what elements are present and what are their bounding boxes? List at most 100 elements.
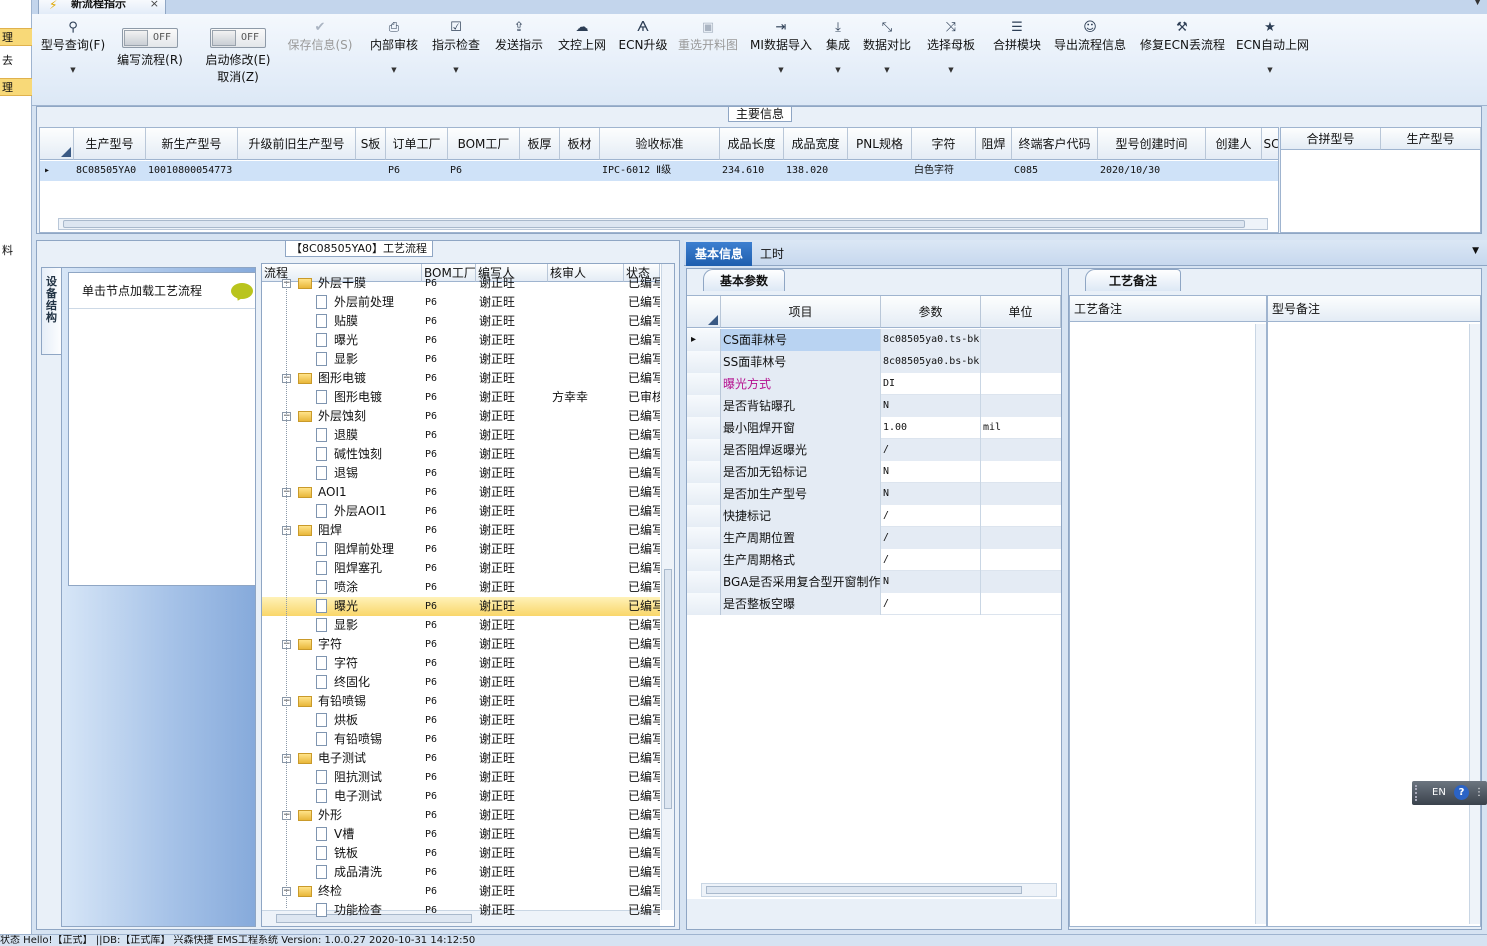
tab-new-flow-instruction[interactable]: ⚡ 新流程指示 × <box>38 0 166 14</box>
tree-row[interactable]: −图形电镀P6谢正旺已编写 <box>262 369 660 388</box>
grip-icon[interactable] <box>1415 785 1421 801</box>
side-tab-equipment-structure[interactable]: 设备结构 <box>41 267 63 355</box>
merge-model-grid[interactable]: 合拼型号 生产型号 <box>1280 127 1481 233</box>
params-grid[interactable]: 项目 参数 单位 ▸ CS面菲林号 8c08505ya0.ts-bk SS面菲林号 8c085… <box>687 295 1061 899</box>
param-row[interactable]: 生产周期位置 / <box>687 527 1061 549</box>
tree-row[interactable]: −有铅喷锡P6谢正旺已编写 <box>262 692 660 711</box>
tree-row[interactable]: −外形P6谢正旺已编写 <box>262 806 660 825</box>
vertical-scrollbar[interactable] <box>1255 324 1266 924</box>
internal-review-button[interactable]: ⎙ 内部审核 ▼ <box>366 20 422 98</box>
param-row[interactable]: 曝光方式 DI <box>687 373 1061 395</box>
integrate-button[interactable]: ⤓ 集成 ▼ <box>824 20 852 98</box>
nav-item[interactable]: 理 <box>0 28 32 46</box>
tab-basic-info[interactable]: 基本信息 <box>686 242 752 266</box>
param-row[interactable]: 是否背钻曝孔 N <box>687 395 1061 417</box>
reselect-cut-drawing-button[interactable]: ▣ 重选开料图 <box>676 20 740 98</box>
tree-row[interactable]: 成品清洗 P6 谢正旺 已编写 <box>262 863 660 882</box>
param-row[interactable]: SS面菲林号 8c08505ya0.bs-bk <box>687 351 1061 373</box>
tree-row[interactable]: 字符 P6 谢正旺 已编写 <box>262 654 660 673</box>
tree-row[interactable]: 外层前处理 P6 谢正旺 已编写 <box>262 293 660 312</box>
param-value[interactable]: N <box>881 571 981 593</box>
column-header[interactable]: BOM工厂 <box>448 128 520 160</box>
tree-row[interactable]: −外层干膜P6谢正旺已编写 <box>262 274 660 293</box>
horizontal-scrollbar[interactable] <box>701 883 1057 897</box>
tree-row[interactable]: 铣板 P6 谢正旺 已编写 <box>262 844 660 863</box>
ecn-auto-upload-button[interactable]: ★ ECN自动上网 ▼ <box>1236 20 1309 98</box>
save-info-button[interactable]: ✔ 保存信息(S) <box>284 20 356 98</box>
table-cell[interactable]: 8C08505YA0 <box>76 161 146 181</box>
tree-row[interactable]: −外层蚀刻P6谢正旺已编写 <box>262 407 660 426</box>
tree-row[interactable]: 曝光 P6 谢正旺 已编写 <box>262 597 660 616</box>
tab-work-hours[interactable]: 工时 <box>760 242 784 266</box>
group-title[interactable]: 基本参数 <box>703 269 785 291</box>
param-value[interactable]: / <box>881 593 981 615</box>
craft-note-area[interactable]: 工艺备注 <box>1069 295 1267 927</box>
column-header[interactable]: 订单工厂 <box>386 128 448 160</box>
param-value[interactable]: / <box>881 505 981 527</box>
table-cell[interactable]: 138.020 <box>786 161 848 181</box>
tree-row[interactable]: 图形电镀 P6 谢正旺 方幸幸 已审核 <box>262 388 660 407</box>
tree-row[interactable]: 电子测试 P6 谢正旺 已编写 <box>262 787 660 806</box>
tree-row[interactable]: 阻焊前处理 P6 谢正旺 已编写 <box>262 540 660 559</box>
table-cell[interactable]: P6 <box>450 161 520 181</box>
nav-item[interactable]: 去 <box>0 52 32 70</box>
node-hint[interactable]: 单击节点加载工艺流程 <box>69 273 255 309</box>
column-header[interactable]: 阻焊 <box>976 128 1012 160</box>
param-row[interactable]: 生产周期格式 / <box>687 549 1061 571</box>
column-header[interactable]: 成品宽度 <box>784 128 848 160</box>
column-header[interactable]: S板 <box>356 128 386 160</box>
column-header[interactable]: 成品长度 <box>720 128 784 160</box>
param-value[interactable]: DI <box>881 373 981 395</box>
param-row[interactable]: BGA是否采用复合型开窗制作 N <box>687 571 1061 593</box>
dropdown-arrow-icon[interactable]: ▼ <box>1236 66 1304 74</box>
column-header[interactable]: SC <box>1262 128 1278 160</box>
instruction-check-button[interactable]: ☑ 指示检查 ▼ <box>430 20 482 98</box>
tree-row[interactable]: 曝光 P6 谢正旺 已编写 <box>262 331 660 350</box>
toggle-label-secondary[interactable]: 取消(Z) <box>198 69 278 86</box>
tree-row[interactable]: 显影 P6 谢正旺 已编写 <box>262 350 660 369</box>
column-header[interactable]: 项目 <box>721 296 881 328</box>
dropdown-arrow-icon[interactable]: ▼ <box>38 66 108 74</box>
column-header[interactable]: 终端客户代码 <box>1012 128 1098 160</box>
model-note-area[interactable]: 型号备注 <box>1267 295 1481 927</box>
tree-row[interactable]: 终固化 P6 谢正旺 已编写 <box>262 673 660 692</box>
tree-row[interactable]: 阻抗测试 P6 谢正旺 已编写 <box>262 768 660 787</box>
mi-data-import-button[interactable]: ⇥ MI数据导入 ▼ <box>748 20 814 98</box>
param-row[interactable]: 快捷标记 / <box>687 505 1061 527</box>
param-value[interactable]: / <box>881 439 981 461</box>
tree-row[interactable]: 退锡 P6 谢正旺 已编写 <box>262 464 660 483</box>
param-value[interactable]: 8c08505ya0.bs-bk <box>881 351 981 373</box>
horizontal-scrollbar[interactable] <box>58 218 1268 230</box>
column-header[interactable]: 新生产型号 <box>146 128 238 160</box>
ime-toolbar[interactable]: EN ? ⋮ <box>1412 781 1487 805</box>
param-value[interactable]: / <box>881 527 981 549</box>
chevron-down-icon[interactable]: ▼ <box>1472 246 1479 256</box>
tree-row[interactable]: 喷涂 P6 谢正旺 已编写 <box>262 578 660 597</box>
param-row[interactable]: 是否加生产型号 N <box>687 483 1061 505</box>
toggle-switch[interactable]: OFF <box>210 28 266 48</box>
table-cell[interactable]: 白色字符 <box>914 161 976 181</box>
data-compare-button[interactable]: ⤡ 数据对比 ▼ <box>862 20 912 98</box>
dropdown-arrow-icon[interactable]: ▼ <box>430 66 482 74</box>
param-value[interactable]: 1.00 <box>881 417 981 439</box>
doc-control-upload-button[interactable]: ☁ 文控上网 <box>556 20 608 98</box>
tree-row[interactable]: 贴膜 P6 谢正旺 已编写 <box>262 312 660 331</box>
export-flow-info-button[interactable]: ☺ 导出流程信息 <box>1052 20 1128 98</box>
column-header[interactable]: 升级前旧生产型号 <box>238 128 356 160</box>
dropdown-arrow-icon[interactable]: ▼ <box>748 66 814 74</box>
dropdown-arrow-icon[interactable]: ▼ <box>366 66 422 74</box>
toggle-switch[interactable]: OFF <box>122 28 178 48</box>
close-icon[interactable]: × <box>150 0 159 13</box>
dropdown-arrow-icon[interactable]: ▼ <box>926 66 976 74</box>
help-icon[interactable]: ? <box>1454 785 1469 800</box>
param-row[interactable]: 是否阻焊返曝光 / <box>687 439 1061 461</box>
tree-row[interactable]: 显影 P6 谢正旺 已编写 <box>262 616 660 635</box>
tree-row[interactable]: 功能检查 P6 谢正旺 已编写 <box>262 901 660 920</box>
column-header[interactable]: 单位 <box>981 296 1061 328</box>
tree-row[interactable]: −字符P6谢正旺已编写 <box>262 635 660 654</box>
tree-row[interactable]: 阻焊塞孔 P6 谢正旺 已编写 <box>262 559 660 578</box>
tree-row[interactable]: 碱性蚀刻 P6 谢正旺 已编写 <box>262 445 660 464</box>
menu-icon[interactable]: ⋮ <box>1474 781 1484 805</box>
tree-row[interactable]: −AOI1P6谢正旺已编写 <box>262 483 660 502</box>
column-header[interactable]: 生产型号 <box>1381 128 1481 150</box>
